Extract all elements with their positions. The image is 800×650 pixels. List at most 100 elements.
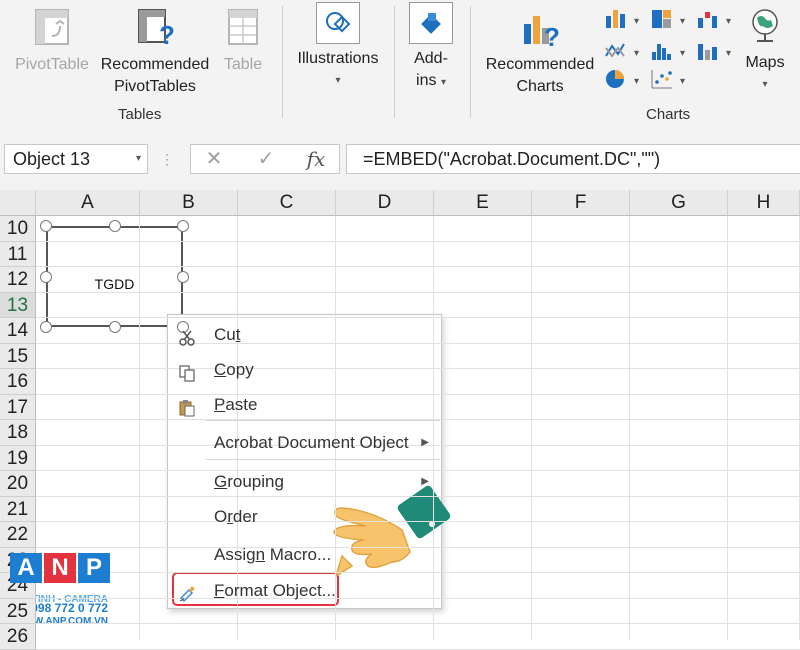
gridline-vertical xyxy=(629,216,630,640)
name-box[interactable]: Object 13 ▾ xyxy=(4,144,148,174)
svg-text:▾: ▾ xyxy=(634,76,639,87)
name-box-value: Object 13 xyxy=(13,149,91,169)
row-header-11[interactable]: 11 xyxy=(0,241,36,267)
addins-label-2: ins xyxy=(416,72,437,89)
combo-chart-button[interactable]: ▾ xyxy=(694,38,738,66)
recommended-pivottables-label-2: PivotTables xyxy=(114,78,196,95)
gridline-horizontal xyxy=(36,572,800,573)
column-header-b[interactable]: B xyxy=(140,190,238,216)
column-header-g[interactable]: G xyxy=(630,190,728,216)
illustrations-button[interactable]: Illustrations ▾ xyxy=(292,2,384,92)
gridline-vertical xyxy=(531,216,532,640)
gridline-horizontal xyxy=(36,240,800,242)
globe-icon xyxy=(747,6,783,46)
resize-handle[interactable] xyxy=(40,220,52,232)
menu-item-label: Copy xyxy=(214,360,254,379)
resize-handle[interactable] xyxy=(177,220,189,232)
waterfall-chart-button[interactable]: ▾ xyxy=(694,6,738,34)
scissors-icon xyxy=(178,326,196,346)
row-header-19[interactable]: 19 xyxy=(0,445,36,471)
hierarchy-chart-icon: ▾ xyxy=(652,10,685,28)
row-header-26[interactable]: 26 xyxy=(0,624,36,650)
recommended-pivottables-button[interactable]: ? Recommended PivotTables xyxy=(96,6,214,98)
column-header-d[interactable]: D xyxy=(336,190,434,216)
statistic-chart-button[interactable]: ▾ xyxy=(648,38,692,66)
enter-icon[interactable]: ✓ xyxy=(246,144,286,174)
addins-label-1: Add- xyxy=(414,50,448,67)
recommended-charts-button[interactable]: ? Recommended Charts xyxy=(478,6,602,98)
menu-item-label: Assign Macro... xyxy=(214,545,332,564)
column-header-a[interactable]: A xyxy=(36,190,140,216)
addins-button[interactable]: Add- ins ▾ xyxy=(402,2,460,94)
formula-input[interactable]: =EMBED("Acrobat.Document.DC","") xyxy=(346,144,800,174)
column-chart-button[interactable]: ▾ xyxy=(602,6,646,34)
paste-icon xyxy=(178,396,196,417)
column-header-f[interactable]: F xyxy=(532,190,630,216)
column-header-h[interactable]: H xyxy=(728,190,800,216)
maps-button[interactable]: Maps ▾ xyxy=(738,6,792,96)
maps-label: Maps xyxy=(745,54,785,71)
recommended-charts-label-1: Recommended xyxy=(485,56,595,73)
hierarchy-chart-button[interactable]: ▾ xyxy=(648,6,692,34)
menu-item-label: Format Object... xyxy=(214,581,336,600)
table-button[interactable]: Table xyxy=(216,6,270,76)
row-header-12[interactable]: 12 xyxy=(0,267,36,293)
row-header-21[interactable]: 21 xyxy=(0,496,36,522)
gridline-vertical xyxy=(727,216,728,640)
row-header-14[interactable]: 14 xyxy=(0,318,36,344)
resize-handle[interactable] xyxy=(40,321,52,333)
svg-text:▾: ▾ xyxy=(680,16,685,27)
menu-item-assign-macro[interactable]: Assign Macro... xyxy=(168,539,441,571)
menu-item-cut[interactable]: Cut xyxy=(168,319,441,351)
pivottable-button[interactable]: PivotTable xyxy=(10,6,94,76)
cancel-icon[interactable]: ✕ xyxy=(194,144,234,174)
menu-item-label: Grouping xyxy=(214,472,284,491)
menu-separator xyxy=(206,459,440,460)
formula-bar-grip-icon[interactable]: ⋮ xyxy=(160,150,174,168)
svg-text:?: ? xyxy=(544,22,560,50)
svg-text:▾: ▾ xyxy=(634,48,639,59)
row-header-20[interactable]: 20 xyxy=(0,471,36,497)
column-header-e[interactable]: E xyxy=(434,190,532,216)
row-header-22[interactable]: 22 xyxy=(0,522,36,548)
pie-chart-button[interactable]: ▾ xyxy=(602,66,646,94)
menu-item-acrobat-document-object[interactable]: Acrobat Document Object ▶ xyxy=(168,427,441,459)
row-header-16[interactable]: 16 xyxy=(0,369,36,395)
resize-handle[interactable] xyxy=(40,270,52,283)
menu-separator xyxy=(206,420,440,421)
submenu-arrow-icon: ▶ xyxy=(421,437,429,448)
column-header-c[interactable]: C xyxy=(238,190,336,216)
svg-text:▾: ▾ xyxy=(680,76,685,87)
line-chart-button[interactable]: ▾ xyxy=(602,38,646,66)
gridline-horizontal xyxy=(36,648,800,650)
scatter-chart-button[interactable]: ▾ xyxy=(648,66,692,94)
resize-handle[interactable] xyxy=(108,321,121,333)
gridline-horizontal xyxy=(36,623,800,624)
select-all-corner[interactable] xyxy=(0,190,36,216)
format-object-icon xyxy=(178,582,196,603)
pivottable-label: PivotTable xyxy=(15,56,89,73)
row-header-18[interactable]: 18 xyxy=(0,420,36,446)
menu-item-label: Acrobat Document Object xyxy=(214,433,409,452)
svg-text:▾: ▾ xyxy=(726,16,731,27)
menu-item-order[interactable]: Order xyxy=(168,501,441,533)
recommended-pivottables-label-1: Recommended xyxy=(100,56,210,73)
name-box-dropdown-icon[interactable]: ▾ xyxy=(136,145,141,173)
row-header-25[interactable]: 25 xyxy=(0,598,36,624)
pivottable-icon xyxy=(32,6,72,50)
row-header-13[interactable]: 13 xyxy=(0,292,36,318)
resize-handle[interactable] xyxy=(177,270,189,283)
resize-handle[interactable] xyxy=(108,220,121,232)
column-chart-icon: ▾ xyxy=(606,10,639,28)
menu-item-grouping[interactable]: Grouping ▶ xyxy=(168,466,441,498)
scatter-chart-icon: ▾ xyxy=(651,70,685,89)
charts-group-label: Charts xyxy=(646,106,691,123)
row-header-17[interactable]: 17 xyxy=(0,394,36,420)
row-header-15[interactable]: 15 xyxy=(0,343,36,369)
gridline-horizontal xyxy=(36,291,800,293)
menu-item-format-object[interactable]: Format Object... xyxy=(168,575,441,607)
menu-item-paste[interactable]: Paste xyxy=(168,389,441,421)
insert-function-icon[interactable]: fx xyxy=(296,144,336,174)
row-header-10[interactable]: 10 xyxy=(0,216,36,242)
menu-item-copy[interactable]: Copy xyxy=(168,354,441,386)
